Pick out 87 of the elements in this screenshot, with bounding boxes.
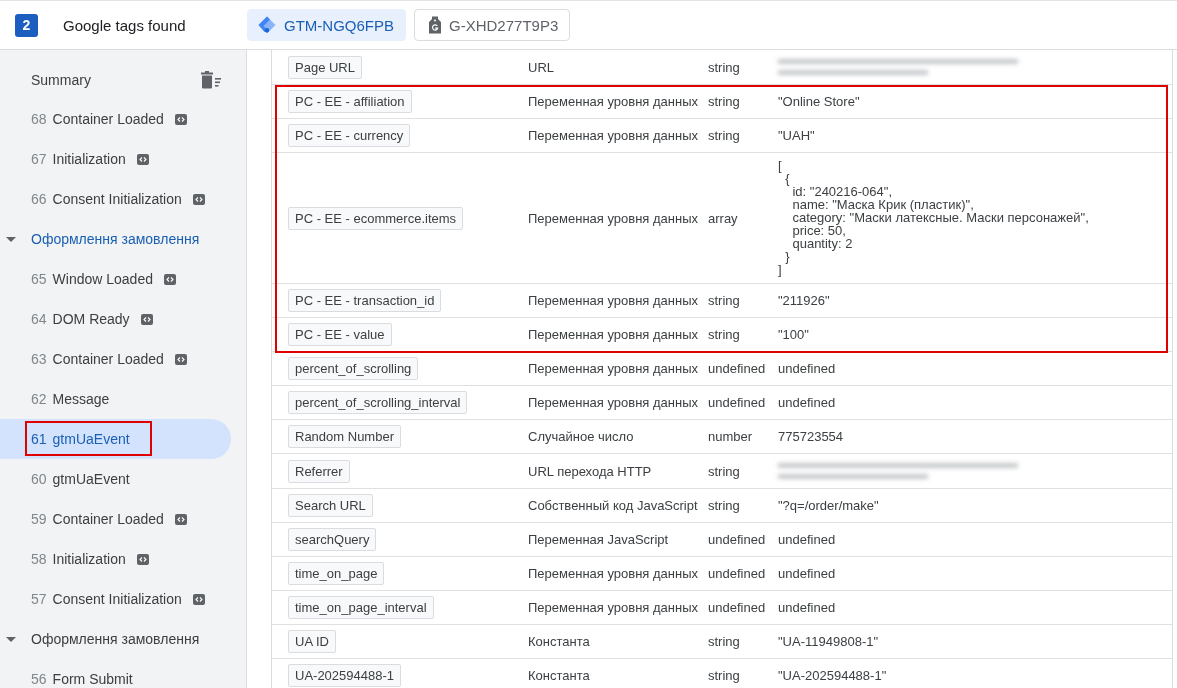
timeline-event-item[interactable]: 64 DOM Ready <box>0 299 231 339</box>
diamond-logo-icon <box>258 16 276 34</box>
value-text: [ { id: "240216-064", name: "Маска Крик (пластик)", category: "Маски латексные. Маски персонажей", price: 50, quantity: 2 } ] <box>778 159 1089 276</box>
data-type-text: string <box>708 293 740 308</box>
data-type-text: number <box>708 429 753 444</box>
data-type-text: undefined <box>708 532 766 547</box>
container-tab[interactable]: G-XHD277T9P3 <box>414 9 571 41</box>
value-text: undefined <box>778 533 836 546</box>
variable-type-text: Переменная уровня данных <box>528 128 698 143</box>
variable-name-chip: UA-202594488-1 <box>288 664 402 687</box>
tag-icon <box>429 16 441 34</box>
data-type-text: undefined <box>708 395 766 410</box>
timeline-event-item[interactable]: 66 Consent Initialization <box>0 179 231 219</box>
data-type-text: string <box>708 498 740 513</box>
variable-type-text: Собственный код JavaScript <box>528 498 698 513</box>
value-text: undefined <box>778 362 836 375</box>
data-type-text: string <box>708 59 740 75</box>
timeline-event-item[interactable]: 68 Container Loaded <box>0 99 231 139</box>
value-text: undefined <box>778 396 836 409</box>
header-title: Google tags found <box>63 16 186 34</box>
data-type-text: undefined <box>708 566 766 581</box>
variable-type-text: Случайное число <box>528 429 634 444</box>
variable-type-text: Переменная уровня данных <box>528 94 698 109</box>
data-type-text: string <box>708 94 740 109</box>
variable-name-chip: percent_of_scrolling_interval <box>288 391 468 414</box>
variable-name-chip: Random Number <box>288 425 401 448</box>
caret-down-icon[interactable] <box>6 236 16 242</box>
clear-list-icon[interactable] <box>201 71 221 89</box>
page-group-header[interactable]: Оформлення замовлення <box>0 619 231 659</box>
variable-name-chip: PC - EE - ecommerce.items <box>288 206 464 230</box>
variable-type-text: Константа <box>528 634 590 649</box>
value-text: "100" <box>778 328 809 341</box>
data-type-text: string <box>708 327 740 342</box>
variable-name-chip: PC - EE - transaction_id <box>288 289 442 312</box>
variable-name-chip: PC - EE - currency <box>288 124 411 147</box>
variable-type-text: URL <box>528 59 554 75</box>
summary-link[interactable]: Summary <box>31 72 91 88</box>
timeline-event-item[interactable]: 63 Container Loaded <box>0 339 231 379</box>
value-text: "UAH" <box>778 129 815 142</box>
data-type-text: string <box>708 463 740 479</box>
variable-type-text: Переменная уровня данных <box>528 293 698 308</box>
caret-down-icon[interactable] <box>6 636 16 642</box>
variable-type-text: Переменная уровня данных <box>528 566 698 581</box>
value-text: undefined <box>778 567 836 580</box>
value-text: "211926" <box>778 294 830 307</box>
timeline-event-item[interactable]: 56 Form Submit <box>0 659 231 688</box>
timeline-event-item[interactable]: 60 gtmUaEvent <box>0 459 231 499</box>
value-text: 775723554 <box>778 430 844 443</box>
count-badge: 2 <box>15 13 38 37</box>
container-tab[interactable]: GTM-NGQ6FPB <box>247 9 406 41</box>
variable-name-chip: percent_of_scrolling <box>288 357 419 380</box>
timeline-event-item[interactable]: 67 Initialization <box>0 139 231 179</box>
page-group-header[interactable]: Оформлення замовлення <box>0 219 231 259</box>
variable-type-text: Переменная JavaScript <box>528 532 669 547</box>
timeline-event-item[interactable]: 62 Message <box>0 379 231 419</box>
variable-name-chip: PC - EE - value <box>288 323 392 346</box>
data-type-text: string <box>708 668 740 683</box>
value-text: undefined <box>778 601 836 614</box>
timeline-event-item[interactable]: 65 Window Loaded <box>0 259 231 299</box>
timeline-event-item[interactable]: 58 Initialization <box>0 539 231 579</box>
variable-type-text: Переменная уровня данных <box>528 361 698 376</box>
variable-name-chip: time_on_page <box>288 562 385 585</box>
data-type-text: string <box>708 128 740 143</box>
data-type-text: undefined <box>708 361 766 376</box>
timeline-event-item[interactable]: 57 Consent Initialization <box>0 579 231 619</box>
value-text: "UA-11949808-1" <box>778 635 879 648</box>
variable-name-chip: PC - EE - affiliation <box>288 90 412 113</box>
value-text: "?q=/order/make" <box>778 499 879 512</box>
variable-type-text: Переменная уровня данных <box>528 210 698 226</box>
variable-name-chip: Referrer <box>288 459 350 483</box>
variable-name-chip: UA ID <box>288 630 336 653</box>
variable-name-chip: searchQuery <box>288 528 377 551</box>
variable-type-text: Константа <box>528 668 590 683</box>
timeline-event-item[interactable]: 61 gtmUaEvent <box>0 419 231 459</box>
variable-name-chip: time_on_page_interval <box>288 596 434 619</box>
timeline-event-item[interactable]: 59 Container Loaded <box>0 499 231 539</box>
variable-type-text: Переменная уровня данных <box>528 600 698 615</box>
variable-type-text: URL перехода HTTP <box>528 463 652 479</box>
value-text: "Online Store" <box>778 95 860 108</box>
data-type-text: array <box>708 210 738 226</box>
variable-type-text: Переменная уровня данных <box>528 327 698 342</box>
variable-name-chip: Page URL <box>288 55 362 79</box>
variable-name-chip: Search URL <box>288 494 373 517</box>
variable-type-text: Переменная уровня данных <box>528 395 698 410</box>
data-type-text: string <box>708 634 740 649</box>
data-type-text: undefined <box>708 600 766 615</box>
value-text: "UA-202594488-1" <box>778 669 887 682</box>
